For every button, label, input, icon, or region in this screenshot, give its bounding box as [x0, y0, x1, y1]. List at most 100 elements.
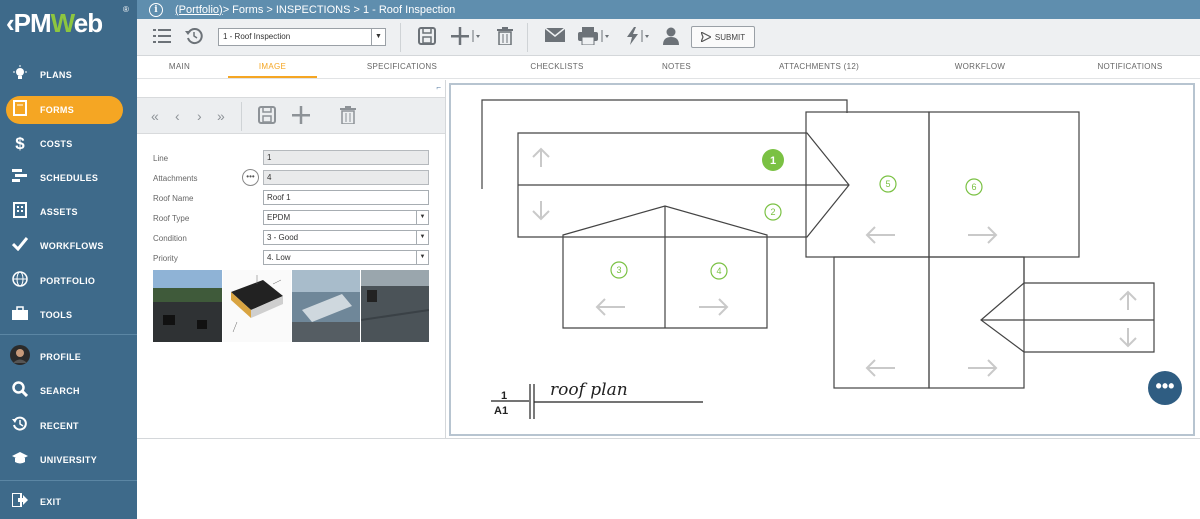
- attachments-more-button[interactable]: •••: [242, 169, 259, 186]
- svg-text:6: 6: [971, 182, 976, 192]
- tab-notes[interactable]: NOTES: [654, 56, 699, 78]
- first-record-icon[interactable]: «: [151, 106, 159, 126]
- tab-bar: MAIN IMAGE SPECIFICATIONS CHECKLISTS NOT…: [137, 56, 1200, 79]
- add-dropdown-icon[interactable]: [451, 27, 481, 50]
- chevron-down-icon: ▼: [416, 251, 428, 264]
- empty-footer-area: [137, 438, 1200, 519]
- dollar-icon: $: [15, 134, 25, 153]
- attachments-field: 4: [263, 170, 429, 185]
- attachments-label: Attachments: [153, 174, 198, 183]
- sidebar-item-recent[interactable]: RECENT: [0, 409, 137, 443]
- chevron-down-icon: ▼: [371, 29, 385, 45]
- sidebar-item-search[interactable]: SEARCH: [0, 374, 137, 408]
- roof-name-label: Roof Name: [153, 194, 194, 203]
- priority-label: Priority: [153, 254, 178, 263]
- condition-label: Condition: [153, 234, 187, 243]
- more-options-button[interactable]: •••: [1148, 371, 1182, 405]
- sidebar-item-workflows[interactable]: WORKFLOWS: [0, 229, 137, 263]
- save-icon[interactable]: [258, 106, 276, 129]
- gantt-icon: [0, 168, 40, 188]
- sidebar-item-forms[interactable]: FORMS: [0, 93, 137, 127]
- panel-toolbar: « ‹ › »: [137, 97, 445, 134]
- exit-icon: [0, 491, 40, 512]
- lightning-dropdown-icon[interactable]: [625, 27, 655, 50]
- main-toolbar: 1 - Roof Inspection ▼ SUBMIT: [137, 19, 1200, 56]
- drawing-title: roof plan: [550, 380, 628, 400]
- globe-icon: [0, 270, 40, 292]
- detail-sheet: A1: [494, 405, 508, 417]
- svg-text:5: 5: [885, 179, 890, 189]
- sidebar-item-schedules[interactable]: SCHEDULES: [0, 161, 137, 195]
- roof-name-input[interactable]: Roof 1: [263, 190, 429, 205]
- priority-select[interactable]: 4. Low ▼: [263, 250, 429, 265]
- tab-workflow[interactable]: WORKFLOW: [947, 56, 1013, 78]
- svg-text:4: 4: [716, 266, 721, 276]
- sidebar-item-plans[interactable]: PLANS: [0, 58, 137, 92]
- toolbox-icon: [0, 305, 40, 325]
- roof-photo-thumbnail[interactable]: [153, 270, 222, 342]
- roof-plan-svg: 1 2 3 4 5 6 1 A1 roof plan: [481, 99, 1155, 419]
- detail-number: 1: [501, 390, 507, 402]
- tab-image[interactable]: IMAGE: [228, 56, 317, 78]
- roof-surface-photo-thumbnail[interactable]: [361, 270, 429, 342]
- sidebar-item-university[interactable]: UNIVERSITY: [0, 443, 137, 477]
- send-icon: [700, 32, 711, 42]
- sidebar-item-profile[interactable]: PROFILE: [0, 340, 137, 374]
- image-viewer: 1 2 3 4 5 6 1 A1 roof plan •••: [447, 80, 1200, 438]
- condition-select[interactable]: 3 - Good ▼: [263, 230, 429, 245]
- pmweb-logo[interactable]: ‹PMWeb ®: [0, 0, 137, 56]
- graduation-cap-icon: [0, 451, 40, 470]
- building-icon: [0, 201, 40, 223]
- submit-button[interactable]: SUBMIT: [691, 26, 755, 48]
- email-icon[interactable]: [544, 27, 566, 48]
- sidebar-item-tools[interactable]: TOOLS: [0, 298, 137, 332]
- svg-text:2: 2: [770, 207, 775, 217]
- breadcrumb-bar: i (Portfolio) > Forms > INSPECTIONS > 1 …: [137, 0, 1200, 19]
- checkmark-icon: [0, 236, 40, 256]
- chevron-down-icon: ▼: [416, 211, 428, 224]
- details-panel: ⌐ « ‹ › » Line 1 Attachments ••• 4 Roof …: [137, 80, 446, 438]
- sidebar: ‹PMWeb ® PLANS FORMS $ COSTS SCHEDULES A…: [0, 0, 137, 519]
- tab-attachments[interactable]: ATTACHMENTS (12): [767, 56, 871, 78]
- roof-type-label: Roof Type: [153, 214, 190, 223]
- sidebar-item-exit[interactable]: EXIT: [0, 485, 137, 519]
- chevron-down-icon: ▼: [416, 231, 428, 244]
- breadcrumb-portfolio-link[interactable]: (Portfolio): [175, 4, 223, 16]
- save-icon[interactable]: [418, 27, 436, 50]
- roof-skylight-photo-thumbnail[interactable]: [292, 270, 360, 342]
- tab-main[interactable]: MAIN: [157, 56, 202, 78]
- roof-plan-drawing[interactable]: 1 2 3 4 5 6 1 A1 roof plan: [449, 83, 1195, 436]
- last-record-icon[interactable]: »: [217, 106, 225, 126]
- line-field: 1: [263, 150, 429, 165]
- document-icon: [0, 99, 40, 121]
- delete-icon[interactable]: [340, 106, 356, 129]
- delete-icon[interactable]: [497, 27, 513, 50]
- tab-notifications[interactable]: NOTIFICATIONS: [1092, 56, 1168, 78]
- sidebar-item-costs[interactable]: $ COSTS: [0, 127, 137, 161]
- line-label: Line: [153, 154, 169, 163]
- info-icon[interactable]: i: [149, 2, 163, 17]
- next-record-icon[interactable]: ›: [197, 106, 202, 126]
- add-icon[interactable]: [292, 106, 310, 129]
- history-icon: [0, 416, 40, 437]
- sidebar-item-assets[interactable]: ASSETS: [0, 195, 137, 229]
- print-icon[interactable]: [578, 27, 610, 50]
- record-select[interactable]: 1 - Roof Inspection ▼: [218, 28, 386, 46]
- list-icon[interactable]: [153, 27, 171, 50]
- roof-type-select[interactable]: EPDM ▼: [263, 210, 429, 225]
- previous-record-icon[interactable]: ‹: [175, 106, 180, 126]
- tab-checklists[interactable]: CHECKLISTS: [522, 56, 592, 78]
- roof-layers-diagram-thumbnail[interactable]: [223, 270, 291, 342]
- svg-text:3: 3: [616, 265, 621, 275]
- user-icon[interactable]: [663, 27, 679, 50]
- history-icon[interactable]: [185, 27, 203, 50]
- svg-text:1: 1: [770, 155, 776, 167]
- pin-icon[interactable]: ⌐: [436, 83, 441, 92]
- avatar-icon: [0, 344, 40, 370]
- sidebar-item-portfolio[interactable]: PORTFOLIO: [0, 264, 137, 298]
- tab-specifications[interactable]: SPECIFICATIONS: [362, 56, 442, 78]
- app-window: ‹PMWeb ® PLANS FORMS $ COSTS SCHEDULES A…: [0, 0, 1200, 519]
- search-icon: [0, 380, 40, 402]
- breadcrumb: > Forms > INSPECTIONS > 1 - Roof Inspect…: [222, 3, 456, 16]
- lightbulb-icon: [0, 64, 40, 86]
